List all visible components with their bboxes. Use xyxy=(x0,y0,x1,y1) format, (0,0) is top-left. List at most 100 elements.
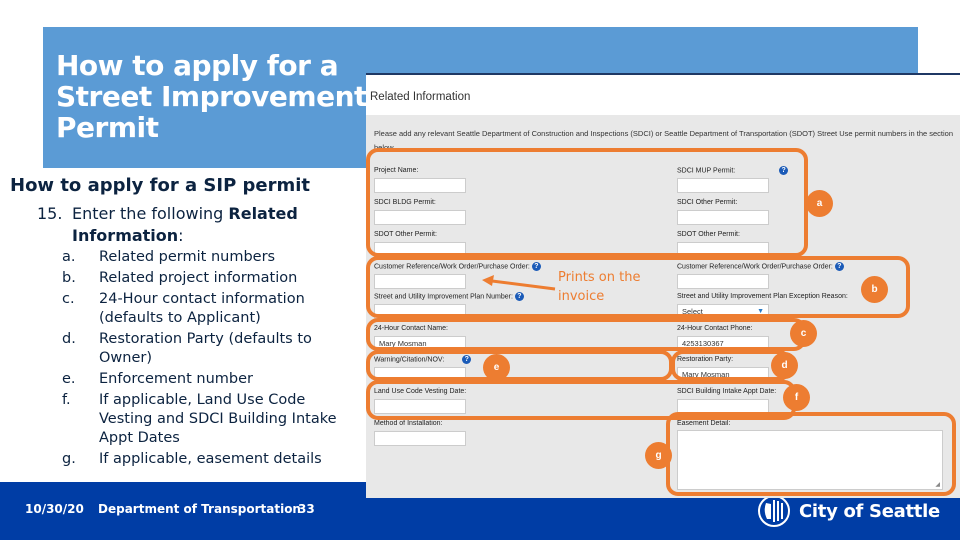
land-use-vesting-date-input[interactable] xyxy=(374,399,466,414)
slide-title-line-1: How to apply for a xyxy=(56,49,339,82)
customer-reference-input[interactable] xyxy=(374,274,466,289)
list-item: g. If applicable, easement details xyxy=(62,450,362,469)
help-icon[interactable]: ? xyxy=(531,262,541,271)
badge-d: d xyxy=(771,352,798,379)
help-icon[interactable]: ? xyxy=(779,166,789,175)
badge-a: a xyxy=(806,190,833,217)
list-item: d. Restoration Party (defaults to Owner) xyxy=(62,330,362,368)
sdci-other-permit-field: SDCI Other Permit: xyxy=(677,198,769,225)
resize-grip-icon[interactable]: ◢ xyxy=(935,481,940,488)
form-title: Related Information xyxy=(370,91,471,103)
contact-name-input[interactable]: Mary Mosman xyxy=(374,336,466,351)
warning-citation-input[interactable] xyxy=(374,367,466,382)
customer-reference-label-right: Customer Reference/Work Order/Purchase O… xyxy=(677,263,833,271)
land-use-vesting-date-label: Land Use Code Vesting Date: xyxy=(374,388,467,395)
sdci-mup-permit-label-row: SDCI MUP Permit: ? xyxy=(677,166,789,176)
list-marker: c. xyxy=(62,291,75,307)
warning-citation-label-row: Warning/Citation/NOV: ? xyxy=(374,355,472,365)
customer-reference-label-row-right: Customer Reference/Work Order/Purchase O… xyxy=(677,262,844,272)
contact-phone-input[interactable]: 4253130367 xyxy=(677,336,769,351)
step-text-prefix: Enter the following xyxy=(72,204,229,223)
sdot-other-permit-field: SDOT Other Permit: xyxy=(374,230,466,257)
list-marker: e. xyxy=(62,371,76,387)
related-info-list: a. Related permit numbers b. Related proje… xyxy=(62,248,362,471)
plan-number-input[interactable] xyxy=(374,304,466,319)
method-of-installation-label: Method of Installation: xyxy=(374,420,443,427)
restoration-party-field: Restoration Party: Mary Mosman xyxy=(677,355,769,382)
sdci-intake-appt-date-label: SDCI Building Intake Appt Date: xyxy=(677,388,777,395)
sdot-other-permit-input[interactable] xyxy=(374,242,466,257)
project-name-label: Project Name: xyxy=(374,167,419,174)
sdci-bldg-permit-field: SDCI BLDG Permit: xyxy=(374,198,466,225)
sdci-bldg-permit-label: SDCI BLDG Permit: xyxy=(374,199,436,206)
easement-detail-field: Easement Detail: xyxy=(677,419,730,429)
plan-exception-reason-select[interactable]: Select ▼ xyxy=(677,304,769,319)
footer-page-number: 33 xyxy=(298,502,315,516)
list-marker: b. xyxy=(62,270,76,286)
restoration-party-input[interactable]: Mary Mosman xyxy=(677,367,769,382)
restoration-party-label: Restoration Party: xyxy=(677,356,734,363)
project-name-field: Project Name: xyxy=(374,166,466,193)
seattle-logo-text: City of Seattle xyxy=(799,500,940,522)
step-text-suffix: : xyxy=(178,226,184,245)
plan-number-field: Street and Utility Improvement Plan Numb… xyxy=(374,292,524,319)
arrow-icon xyxy=(482,275,556,291)
list-item-text: If applicable, easement details xyxy=(99,451,322,467)
plan-exception-reason-label: Street and Utility Improvement Plan Exce… xyxy=(677,293,848,300)
sdci-mup-permit-input[interactable] xyxy=(677,178,769,193)
contact-name-field: 24-Hour Contact Name: Mary Mosman xyxy=(374,324,466,351)
invoice-annotation: Prints on the invoice xyxy=(558,270,641,304)
list-item: e. Enforcement number xyxy=(62,370,362,389)
city-of-seattle-logo: City of Seattle xyxy=(757,494,940,528)
list-item-text: Related permit numbers xyxy=(99,249,276,265)
list-item: b. Related project information xyxy=(62,269,362,288)
slide-title-line-2: Street Improvement xyxy=(56,80,367,113)
sdci-mup-permit-field: SDCI MUP Permit: ? xyxy=(677,166,789,193)
slide-title-line-3: Permit xyxy=(56,111,159,144)
list-item: c. 24-Hour contact information (defaults … xyxy=(62,290,362,328)
method-of-installation-input[interactable] xyxy=(374,431,466,446)
project-name-input[interactable] xyxy=(374,178,466,193)
list-marker: f. xyxy=(62,392,71,408)
customer-reference-field-right: Customer Reference/Work Order/Purchase O… xyxy=(677,262,844,289)
sdot-other-permit-input-right[interactable] xyxy=(677,242,769,257)
list-item-text: If applicable, Land Use Code Vesting and… xyxy=(99,392,337,446)
sdci-other-permit-input[interactable] xyxy=(677,210,769,225)
list-item-text: Related project information xyxy=(99,270,298,286)
sdci-mup-permit-label: SDCI MUP Permit: xyxy=(677,167,736,175)
list-marker: d. xyxy=(62,331,76,347)
list-item: a. Related permit numbers xyxy=(62,248,362,267)
customer-reference-input-right[interactable] xyxy=(677,274,769,289)
customer-reference-label: Customer Reference/Work Order/Purchase O… xyxy=(374,263,530,271)
sdot-other-permit-field-right: SDOT Other Permit: xyxy=(677,230,769,257)
sdot-other-permit-label: SDOT Other Permit: xyxy=(374,231,437,238)
easement-detail-textarea[interactable]: ◢ xyxy=(677,430,943,490)
sdci-intake-appt-date-field: SDCI Building Intake Appt Date: xyxy=(677,387,776,414)
help-icon[interactable]: ? xyxy=(834,262,844,271)
badge-e: e xyxy=(483,354,510,381)
help-icon[interactable]: ? xyxy=(462,355,472,364)
land-use-vesting-date-field: Land Use Code Vesting Date: xyxy=(374,387,466,414)
warning-citation-field: Warning/Citation/NOV: ? xyxy=(374,355,472,382)
contact-name-label: 24-Hour Contact Name: xyxy=(374,325,448,332)
sdot-other-permit-label-right: SDOT Other Permit: xyxy=(677,231,740,238)
sdci-bldg-permit-input[interactable] xyxy=(374,210,466,225)
slide-title: How to apply for a Street Improvement Pe… xyxy=(56,50,367,143)
list-marker: g. xyxy=(62,451,76,467)
badge-g: g xyxy=(645,442,672,469)
list-item-text: 24-Hour contact information (defaults to… xyxy=(99,291,305,326)
section-heading: How to apply for a SIP permit xyxy=(10,175,311,196)
sdci-other-permit-label: SDCI Other Permit: xyxy=(677,199,738,206)
step-text: Enter the following Related Information: xyxy=(72,203,342,247)
step-number: 15. xyxy=(37,204,63,223)
sdci-intake-appt-date-input[interactable] xyxy=(677,399,769,414)
form-header: Related Information xyxy=(366,75,960,115)
easement-detail-label: Easement Detail: xyxy=(677,420,731,427)
footer-department: Department of Transportation xyxy=(98,502,301,516)
customer-reference-label-row: Customer Reference/Work Order/Purchase O… xyxy=(374,262,541,272)
list-item: f. If applicable, Land Use Code Vesting a… xyxy=(62,391,362,448)
badge-f: f xyxy=(783,384,810,411)
form-intro: Please add any relevant Seattle Departme… xyxy=(374,129,954,152)
footer-date: 10/30/20 xyxy=(25,502,84,516)
method-of-installation-field: Method of Installation: xyxy=(374,419,466,446)
